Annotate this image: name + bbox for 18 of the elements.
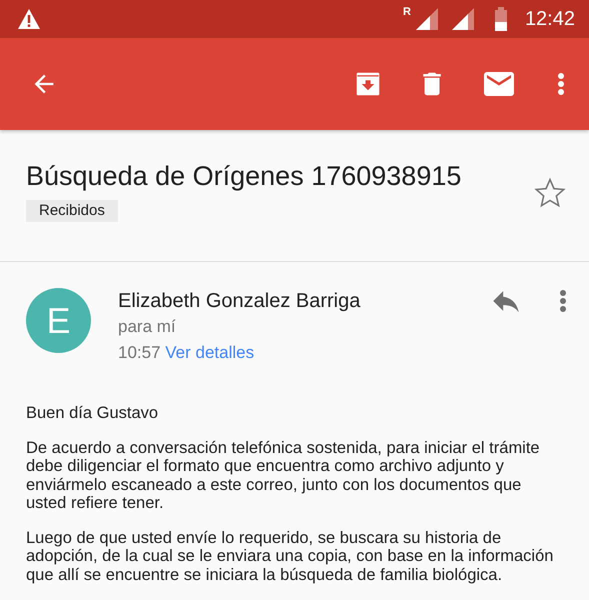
sender-avatar: E: [26, 288, 91, 353]
sender-name: Elizabeth Gonzalez Barriga: [118, 289, 362, 314]
signal-icon: [450, 7, 475, 31]
warning-icon: [16, 8, 42, 30]
roaming-indicator: R: [402, 6, 411, 18]
clock: 12:42: [524, 8, 575, 30]
recipient-text: para mí: [118, 316, 177, 338]
battery-icon: [494, 7, 507, 31]
signal-icon: [414, 7, 439, 31]
label-chip[interactable]: Recibidos: [26, 200, 118, 222]
more-icon[interactable]: [559, 288, 567, 314]
body-paragraph: De acuerdo a conversación telefónica sostenida, para iniciar el trámite debe diligenciar el formato que encuentra como archivo adjunto y enviármelo escaneado a este correo, junto con los documentos que usted refiere tener.: [26, 438, 541, 512]
email-subject: Búsqueda de Orígenes 1760938915: [26, 160, 462, 192]
body-paragraph: Buen día Gustavo: [26, 404, 160, 422]
message-time: 10:57: [118, 343, 161, 362]
more-icon[interactable]: [557, 71, 565, 97]
body-paragraph: Luego de que usted envíe lo requerido, se buscara su historia de adopción, de la cual se le enviara una copia, con base en la información que allí se encuentre se iniciara la búsqueda de familia biológica.: [26, 528, 554, 584]
star-icon[interactable]: [533, 176, 567, 210]
